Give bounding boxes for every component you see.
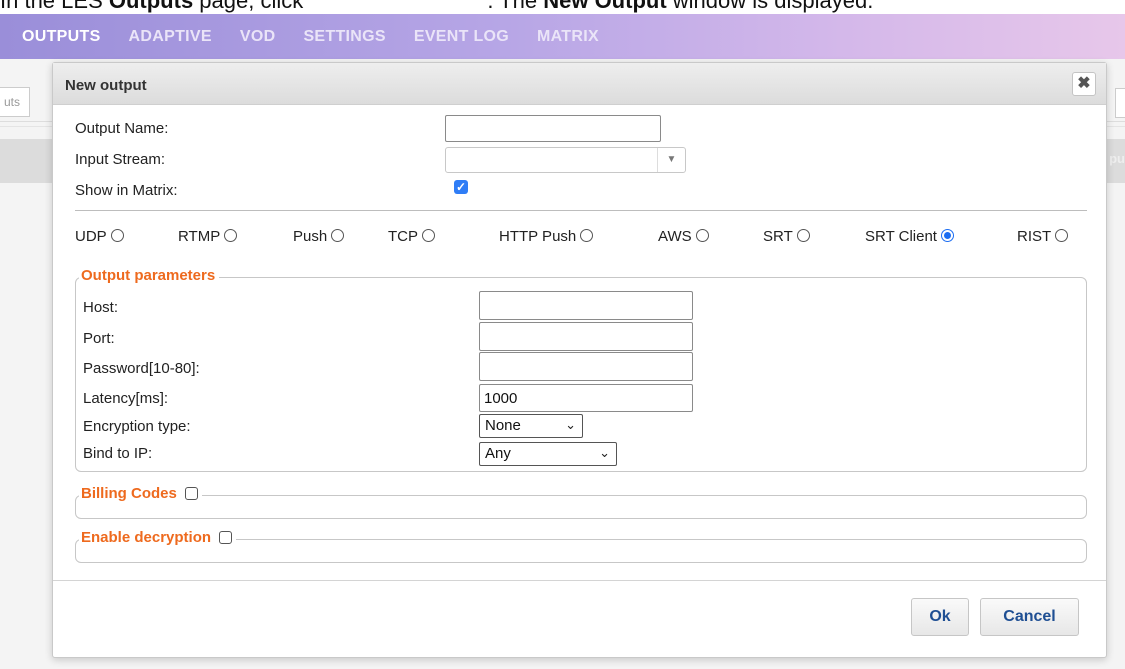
radio-push[interactable]: Push (293, 228, 345, 245)
radio-label: SRT Client (865, 228, 937, 245)
chevron-down-icon: ⌄ (599, 445, 610, 460)
latency-input[interactable] (479, 384, 693, 412)
radio-label: AWS (658, 228, 692, 245)
enable-decryption-label: Enable decryption (81, 529, 212, 546)
radio-selected-icon (940, 229, 954, 242)
latency-label: Latency[ms]: (83, 390, 169, 407)
chevron-down-icon: ⌄ (565, 417, 576, 432)
radio-label: TCP (388, 228, 418, 245)
background-header-text: pu (1109, 151, 1125, 166)
nav-tab-outputs[interactable]: OUTPUTS (22, 28, 101, 46)
show-in-matrix-checkbox[interactable]: ✓ (454, 180, 468, 194)
dialog-title: New output (65, 77, 147, 94)
input-stream-label: Input Stream: (75, 151, 166, 168)
radio-label: RTMP (178, 228, 221, 245)
radio-rist[interactable]: RIST (1017, 228, 1069, 245)
radio-label: HTTP Push (499, 228, 577, 245)
radio-circle-icon (1055, 229, 1069, 242)
close-icon: ✖ (1077, 75, 1091, 92)
caption-text-suffix: window is displayed. (666, 0, 874, 13)
nav-tab-event-log[interactable]: EVENT LOG (414, 28, 509, 46)
bind-to-ip-select[interactable]: Any ⌄ (479, 442, 617, 466)
radio-circle-icon (695, 229, 709, 242)
caption-bold-new-output: New Output (543, 0, 667, 13)
radio-circle-icon (331, 229, 345, 242)
caption-bold-outputs: Outputs (108, 0, 194, 13)
billing-codes-label: Billing Codes (81, 485, 177, 502)
radio-circle-icon (422, 229, 435, 242)
divider (75, 210, 1087, 211)
output-name-label: Output Name: (75, 120, 169, 137)
background-right-button[interactable] (1115, 88, 1125, 118)
caption-text: In the LES (0, 0, 109, 13)
chevron-down-icon: ▼ (657, 148, 685, 172)
background-search-input[interactable]: uts (0, 87, 30, 117)
caption-text-after: . The (487, 0, 544, 13)
enable-decryption-checkbox[interactable] (219, 531, 233, 544)
dialog-footer-divider (53, 580, 1106, 581)
document-caption: In the LES Outputs page, click . The New… (0, 0, 1125, 14)
billing-codes-fieldset (75, 495, 1087, 519)
radio-circle-icon (110, 229, 124, 242)
cancel-button[interactable]: Cancel (980, 598, 1079, 636)
password-label: Password[10-80]: (83, 360, 200, 377)
encryption-type-label: Encryption type: (83, 418, 191, 435)
billing-codes-legend: Billing Codes (79, 485, 202, 502)
radio-label: Push (293, 228, 328, 245)
port-input[interactable] (479, 322, 693, 351)
radio-circle-icon (580, 229, 594, 242)
ok-button[interactable]: Ok (911, 598, 969, 636)
radio-label: RIST (1017, 228, 1052, 245)
output-parameters-legend: Output parameters (79, 267, 220, 284)
nav-tab-adaptive[interactable]: ADAPTIVE (129, 28, 212, 46)
radio-rtmp[interactable]: RTMP (178, 228, 238, 245)
new-output-dialog: New output ✖ Output Name: Input Stream: … (52, 62, 1107, 658)
enable-decryption-legend: Enable decryption (79, 529, 237, 546)
radio-label: UDP (75, 228, 107, 245)
dialog-header: New output ✖ (53, 63, 1106, 105)
host-input[interactable] (479, 291, 693, 320)
radio-circle-icon (224, 229, 238, 242)
nav-tab-vod[interactable]: VOD (240, 28, 276, 46)
port-label: Port: (83, 330, 115, 347)
bind-to-ip-label: Bind to IP: (83, 445, 153, 462)
checkmark-icon: ✓ (455, 180, 467, 194)
output-name-input[interactable] (445, 115, 661, 142)
show-in-matrix-label: Show in Matrix: (75, 182, 178, 199)
top-nav-bar: OUTPUTS ADAPTIVE VOD SETTINGS EVENT LOG … (0, 14, 1125, 59)
caption-text-mid: page, click (193, 0, 310, 13)
nav-tab-matrix[interactable]: MATRIX (537, 28, 599, 46)
billing-codes-checkbox[interactable] (184, 487, 198, 500)
input-stream-select[interactable]: ▼ (445, 147, 686, 173)
radio-circle-icon (796, 229, 810, 242)
password-input[interactable] (479, 352, 693, 381)
close-button[interactable]: ✖ (1072, 72, 1096, 96)
host-label: Host: (83, 299, 119, 316)
bind-to-ip-value: Any (485, 445, 511, 462)
nav-tab-settings[interactable]: SETTINGS (303, 28, 385, 46)
radio-tcp[interactable]: TCP (388, 228, 435, 245)
encryption-type-select[interactable]: None ⌄ (479, 414, 583, 438)
radio-http-push[interactable]: HTTP Push (499, 228, 594, 245)
protocol-radio-group: UDP RTMP Push TCP HTTP Push AWS SRT SRT … (75, 228, 1087, 252)
radio-udp[interactable]: UDP (75, 228, 124, 245)
radio-aws[interactable]: AWS (658, 228, 709, 245)
encryption-type-value: None (485, 417, 521, 434)
radio-label: SRT (763, 228, 793, 245)
radio-srt-client[interactable]: SRT Client (865, 228, 954, 245)
radio-srt[interactable]: SRT (763, 228, 810, 245)
